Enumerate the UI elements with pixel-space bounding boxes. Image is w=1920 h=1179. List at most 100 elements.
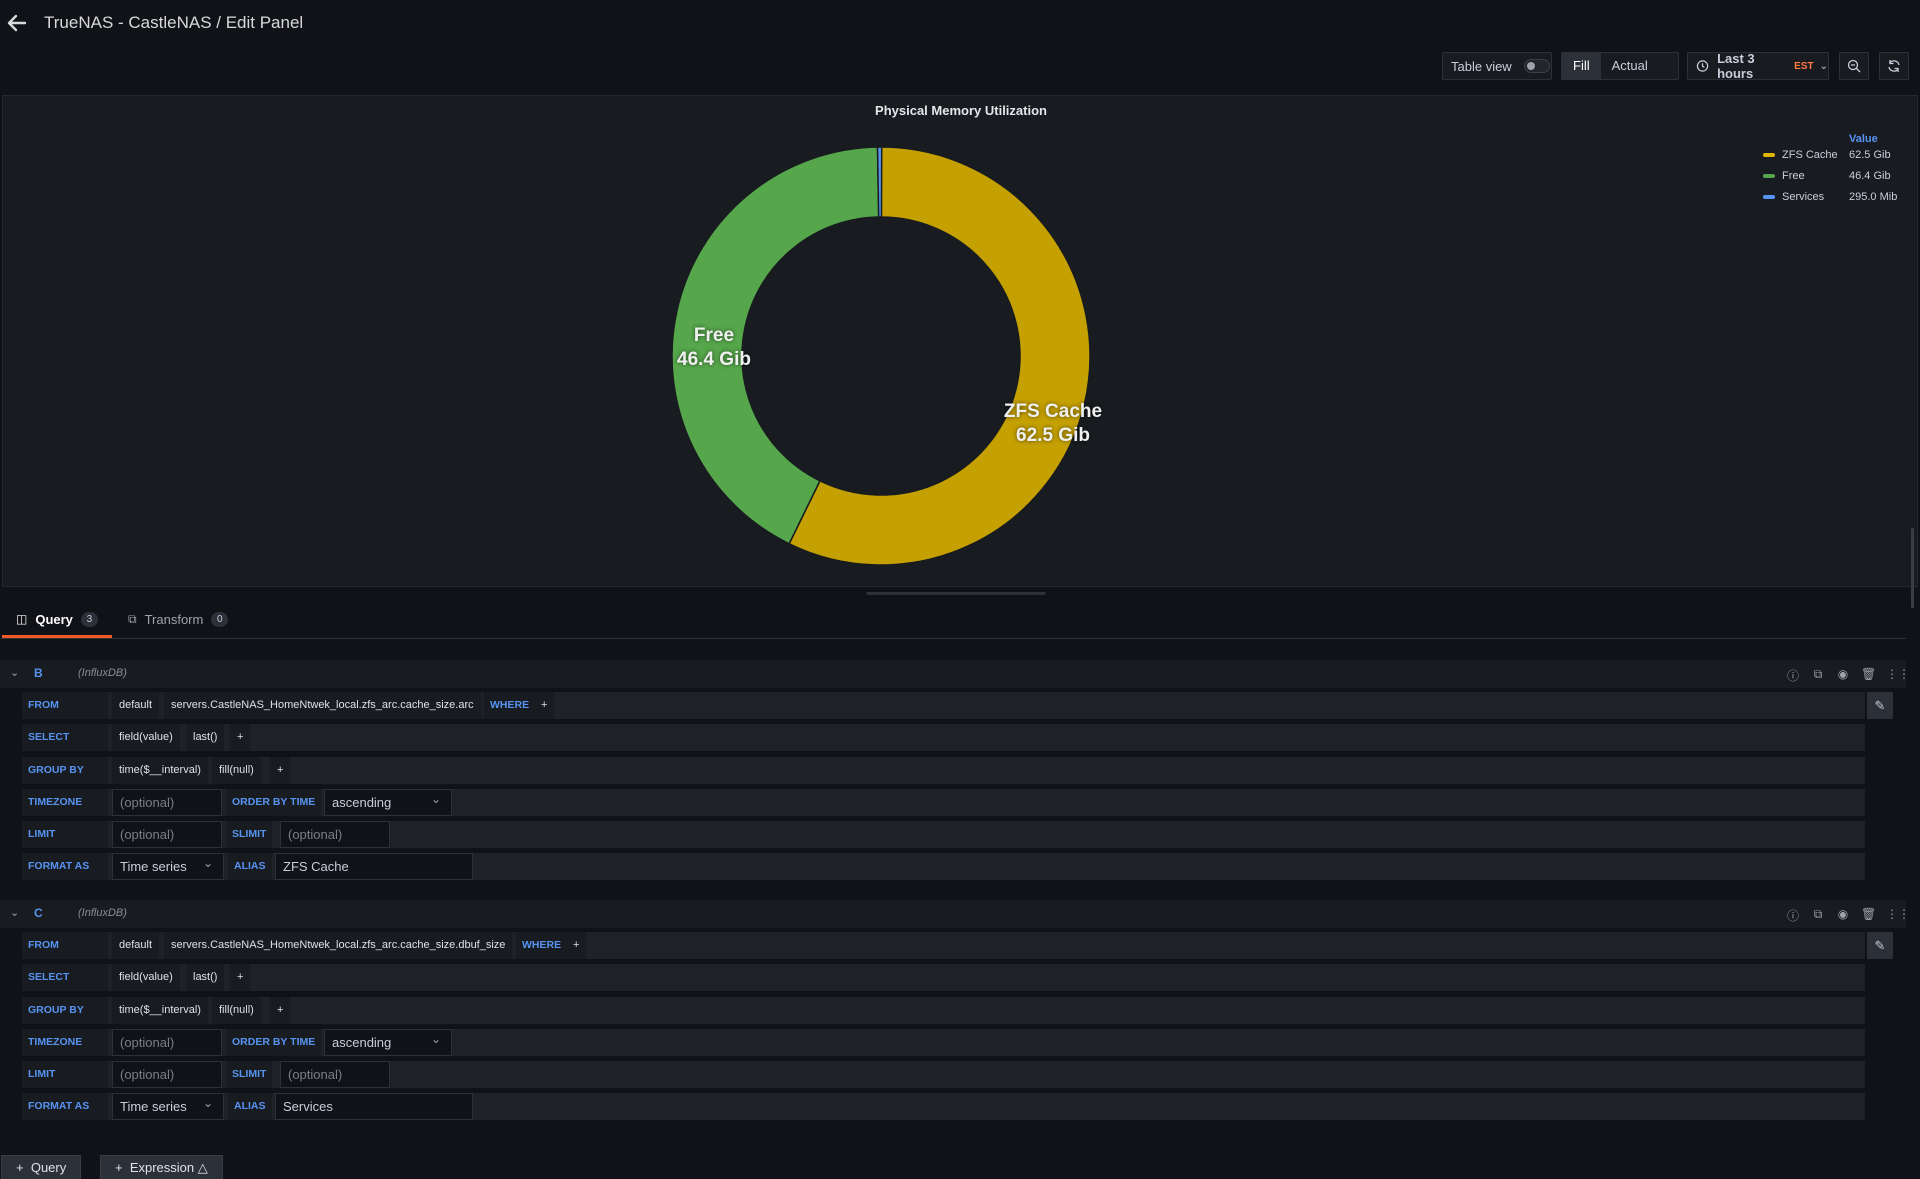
add-expression-button[interactable]: + Expression △ (100, 1155, 223, 1179)
select-field-segment[interactable]: field(value) (112, 724, 180, 751)
duplicate-icon[interactable]: ⧉ (1811, 907, 1825, 924)
limit-input[interactable]: (optional) (112, 1061, 222, 1088)
transform-icon: ⧉ (128, 612, 137, 626)
from-keyword: FROM (22, 932, 108, 959)
donut-chart (671, 146, 1091, 566)
query-actions: ⓘ ⧉ ◉ 🗑 ⋮⋮ (1786, 667, 1910, 684)
collapse-chevron-icon[interactable]: ⌄ (10, 666, 19, 679)
fill-actual-group: Fill Actual (1561, 52, 1679, 80)
select-function-segment[interactable]: last() (186, 964, 225, 991)
alias-input[interactable]: ZFS Cache (275, 853, 473, 880)
timezone-input[interactable]: (optional) (112, 1029, 222, 1056)
collapse-chevron-icon[interactable]: ⌄ (10, 906, 19, 919)
group-fill-segment[interactable]: fill(null) (212, 757, 261, 784)
measurement-segment[interactable]: servers.CastleNAS_HomeNtwek_local.zfs_ar… (164, 932, 513, 959)
scrollbar-thumb[interactable] (1911, 528, 1914, 608)
query-block-b: ⌄ B (InfluxDB) ⓘ ⧉ ◉ 🗑 ⋮⋮ FROM default s… (0, 660, 1910, 880)
group-time-segment[interactable]: time($__interval) (112, 757, 208, 784)
timezone-badge: EST (1794, 60, 1814, 72)
alias-input[interactable]: Services (275, 1093, 473, 1120)
slimit-input[interactable]: (optional) (280, 821, 390, 848)
pencil-icon[interactable]: ✎ (1867, 692, 1893, 719)
page-title: TrueNAS - CastleNAS / Edit Panel (44, 13, 304, 32)
zoom-out-icon (1847, 59, 1861, 73)
legend-item-value: 46.4 Gib (1849, 170, 1891, 182)
plus-icon: + (16, 1160, 31, 1175)
query-ref-id[interactable]: C (34, 906, 43, 920)
group-by-keyword: GROUP BY (22, 757, 108, 784)
order-by-time-keyword: ORDER BY TIME (226, 789, 322, 816)
query-datasource: (InfluxDB) (78, 667, 127, 679)
alias-keyword: ALIAS (228, 853, 272, 880)
panel-preview: Physical Memory Utilization Free 46.4 Gi… (2, 95, 1918, 587)
timezone-keyword: TIMEZONE (22, 789, 108, 816)
legend-item-zfs-cache[interactable]: ZFS Cache 62.5 Gib (1763, 148, 1891, 162)
limit-input[interactable]: (optional) (112, 821, 222, 848)
alias-keyword: ALIAS (228, 1093, 272, 1120)
format-as-select[interactable]: Time series (112, 851, 224, 880)
select-function-segment[interactable]: last() (186, 724, 225, 751)
actual-button[interactable]: Actual (1601, 53, 1659, 79)
time-range-picker[interactable]: Last 3 hours EST ⌄ (1687, 51, 1829, 81)
measurement-segment[interactable]: servers.CastleNAS_HomeNtwek_local.zfs_ar… (164, 692, 481, 719)
chevron-down-icon: ⌄ (1819, 60, 1828, 72)
help-icon[interactable]: ⓘ (1786, 907, 1800, 924)
add-where-button[interactable]: + (534, 692, 555, 719)
group-fill-segment[interactable]: fill(null) (212, 997, 261, 1024)
tab-transform[interactable]: ⧉ Transform 0 (128, 608, 238, 638)
add-group-by-button[interactable]: + (270, 997, 291, 1024)
tab-query[interactable]: ◫ Query 3 (2, 608, 112, 638)
donut-slice-services[interactable] (876, 146, 883, 218)
where-keyword: WHERE (484, 692, 536, 719)
panel-resize-handle[interactable] (866, 592, 1046, 595)
trash-icon[interactable]: 🗑 (1861, 907, 1876, 924)
add-query-button[interactable]: + Query (1, 1155, 82, 1179)
slimit-keyword: SLIMIT (226, 1061, 273, 1088)
duplicate-icon[interactable]: ⧉ (1811, 667, 1825, 684)
legend-item-free[interactable]: Free 46.4 Gib (1763, 169, 1891, 183)
trash-icon[interactable]: 🗑 (1861, 667, 1876, 684)
drag-handle-icon[interactable]: ⋮⋮ (1886, 907, 1910, 924)
legend-header[interactable]: Value (1849, 133, 1878, 145)
add-group-by-button[interactable]: + (270, 757, 291, 784)
limit-keyword: LIMIT (22, 1061, 108, 1088)
table-view-toggle[interactable]: Table view (1442, 52, 1552, 80)
add-select-button[interactable]: + (230, 964, 251, 991)
from-row: FROM default servers.CastleNAS_HomeNtwek… (22, 692, 1865, 719)
free-slice-name: Free (693, 325, 735, 346)
format-row: FORMAT AS Time series ALIAS Services (22, 1091, 1865, 1120)
zoom-out-button[interactable] (1839, 52, 1869, 80)
query-datasource: (InfluxDB) (78, 907, 127, 919)
order-by-time-select[interactable]: ascending (324, 1027, 452, 1056)
format-as-select[interactable]: Time series (112, 1091, 224, 1120)
select-field-segment[interactable]: field(value) (112, 964, 180, 991)
drag-handle-icon[interactable]: ⋮⋮ (1886, 667, 1910, 684)
eye-icon[interactable]: ◉ (1836, 667, 1850, 684)
refresh-button[interactable] (1879, 52, 1909, 80)
query-ref-id[interactable]: B (34, 666, 43, 680)
order-by-time-select[interactable]: ascending (324, 787, 452, 816)
table-view-switch[interactable] (1523, 59, 1550, 73)
fill-button[interactable]: Fill (1562, 53, 1601, 79)
add-where-button[interactable]: + (566, 932, 587, 959)
add-expression-label: Expression (129, 1160, 195, 1175)
limit-row: LIMIT (optional) SLIMIT (optional) (22, 1061, 1865, 1088)
tab-transform-label: Transform (144, 612, 204, 627)
pencil-icon[interactable]: ✎ (1867, 932, 1893, 959)
legend-item-name: Services (1782, 191, 1825, 203)
format-as-keyword: FORMAT AS (22, 853, 108, 880)
warning-icon: △ (194, 1160, 208, 1175)
retention-policy-segment[interactable]: default (112, 692, 160, 719)
eye-icon[interactable]: ◉ (1836, 907, 1850, 924)
timezone-input[interactable]: (optional) (112, 789, 222, 816)
table-view-label: Table view (1451, 58, 1512, 74)
legend-item-services[interactable]: Services 295.0 Mib (1763, 190, 1897, 204)
zfs-cache-slice-name: ZFS Cache (1003, 401, 1103, 422)
help-icon[interactable]: ⓘ (1786, 667, 1800, 684)
slimit-input[interactable]: (optional) (280, 1061, 390, 1088)
back-arrow-icon[interactable] (6, 12, 28, 34)
query-header: ⌄ C (InfluxDB) ⓘ ⧉ ◉ 🗑 ⋮⋮ (0, 900, 1910, 928)
add-select-button[interactable]: + (230, 724, 251, 751)
group-time-segment[interactable]: time($__interval) (112, 997, 208, 1024)
retention-policy-segment[interactable]: default (112, 932, 160, 959)
